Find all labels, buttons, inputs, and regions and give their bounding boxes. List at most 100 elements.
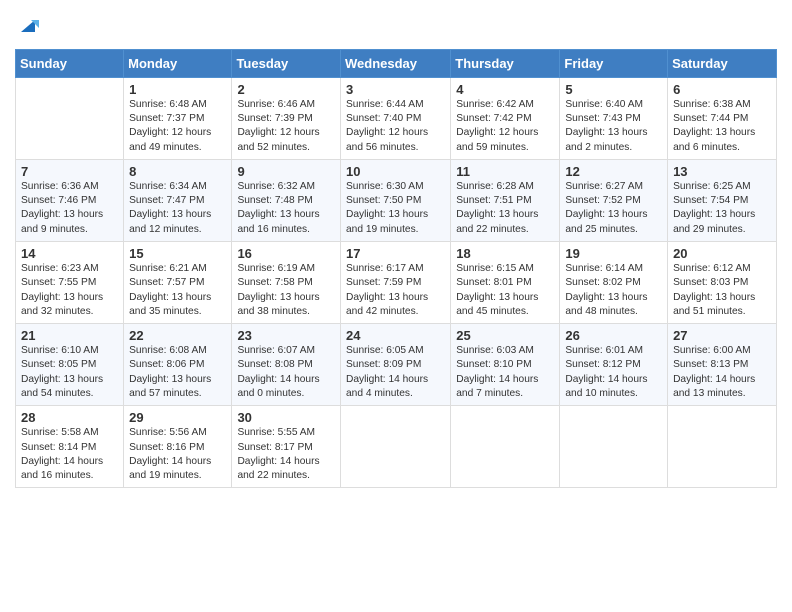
weekday-header-row: SundayMondayTuesdayWednesdayThursdayFrid… [16, 49, 777, 77]
calendar-cell: 13Sunrise: 6:25 AM Sunset: 7:54 PM Dayli… [668, 159, 777, 241]
day-number: 21 [21, 328, 118, 343]
calendar-cell: 12Sunrise: 6:27 AM Sunset: 7:52 PM Dayli… [560, 159, 668, 241]
day-info: Sunrise: 6:27 AM Sunset: 7:52 PM Dayligh… [565, 180, 662, 237]
day-number: 10 [346, 164, 445, 179]
day-info: Sunrise: 6:42 AM Sunset: 7:42 PM Dayligh… [456, 98, 554, 155]
header [15, 10, 777, 41]
weekday-header-thursday: Thursday [451, 49, 560, 77]
calendar-cell: 11Sunrise: 6:28 AM Sunset: 7:51 PM Dayli… [451, 159, 560, 241]
day-info: Sunrise: 6:12 AM Sunset: 8:03 PM Dayligh… [673, 262, 771, 319]
day-info: Sunrise: 6:44 AM Sunset: 7:40 PM Dayligh… [346, 98, 445, 155]
weekday-header-saturday: Saturday [668, 49, 777, 77]
day-number: 3 [346, 82, 445, 97]
day-info: Sunrise: 6:32 AM Sunset: 7:48 PM Dayligh… [237, 180, 335, 237]
calendar-cell [668, 406, 777, 488]
day-number: 11 [456, 164, 554, 179]
logo-icon [17, 14, 39, 36]
day-number: 25 [456, 328, 554, 343]
calendar-table: SundayMondayTuesdayWednesdayThursdayFrid… [15, 49, 777, 489]
day-number: 30 [237, 410, 335, 425]
day-info: Sunrise: 6:34 AM Sunset: 7:47 PM Dayligh… [129, 180, 226, 237]
day-number: 19 [565, 246, 662, 261]
calendar-cell: 19Sunrise: 6:14 AM Sunset: 8:02 PM Dayli… [560, 242, 668, 324]
calendar-cell: 9Sunrise: 6:32 AM Sunset: 7:48 PM Daylig… [232, 159, 341, 241]
day-number: 5 [565, 82, 662, 97]
day-info: Sunrise: 5:58 AM Sunset: 8:14 PM Dayligh… [21, 426, 118, 483]
calendar-cell: 23Sunrise: 6:07 AM Sunset: 8:08 PM Dayli… [232, 324, 341, 406]
calendar-cell: 22Sunrise: 6:08 AM Sunset: 8:06 PM Dayli… [124, 324, 232, 406]
calendar-cell: 20Sunrise: 6:12 AM Sunset: 8:03 PM Dayli… [668, 242, 777, 324]
day-number: 23 [237, 328, 335, 343]
calendar-cell: 15Sunrise: 6:21 AM Sunset: 7:57 PM Dayli… [124, 242, 232, 324]
day-info: Sunrise: 6:15 AM Sunset: 8:01 PM Dayligh… [456, 262, 554, 319]
day-info: Sunrise: 6:17 AM Sunset: 7:59 PM Dayligh… [346, 262, 445, 319]
day-number: 13 [673, 164, 771, 179]
calendar-cell: 7Sunrise: 6:36 AM Sunset: 7:46 PM Daylig… [16, 159, 124, 241]
day-number: 29 [129, 410, 226, 425]
day-number: 15 [129, 246, 226, 261]
weekday-header-monday: Monday [124, 49, 232, 77]
day-info: Sunrise: 6:03 AM Sunset: 8:10 PM Dayligh… [456, 344, 554, 401]
calendar-cell: 28Sunrise: 5:58 AM Sunset: 8:14 PM Dayli… [16, 406, 124, 488]
day-number: 16 [237, 246, 335, 261]
day-info: Sunrise: 6:25 AM Sunset: 7:54 PM Dayligh… [673, 180, 771, 237]
logo [15, 14, 39, 41]
calendar-cell [560, 406, 668, 488]
calendar-cell: 30Sunrise: 5:55 AM Sunset: 8:17 PM Dayli… [232, 406, 341, 488]
day-number: 26 [565, 328, 662, 343]
day-number: 12 [565, 164, 662, 179]
day-info: Sunrise: 6:10 AM Sunset: 8:05 PM Dayligh… [21, 344, 118, 401]
calendar-cell: 24Sunrise: 6:05 AM Sunset: 8:09 PM Dayli… [341, 324, 451, 406]
calendar-cell: 27Sunrise: 6:00 AM Sunset: 8:13 PM Dayli… [668, 324, 777, 406]
day-number: 2 [237, 82, 335, 97]
day-info: Sunrise: 6:48 AM Sunset: 7:37 PM Dayligh… [129, 98, 226, 155]
day-info: Sunrise: 6:36 AM Sunset: 7:46 PM Dayligh… [21, 180, 118, 237]
calendar-week-row: 14Sunrise: 6:23 AM Sunset: 7:55 PM Dayli… [16, 242, 777, 324]
weekday-header-wednesday: Wednesday [341, 49, 451, 77]
day-number: 18 [456, 246, 554, 261]
calendar-cell [16, 77, 124, 159]
day-info: Sunrise: 6:28 AM Sunset: 7:51 PM Dayligh… [456, 180, 554, 237]
page: SundayMondayTuesdayWednesdayThursdayFrid… [0, 0, 792, 612]
day-info: Sunrise: 6:00 AM Sunset: 8:13 PM Dayligh… [673, 344, 771, 401]
day-info: Sunrise: 5:56 AM Sunset: 8:16 PM Dayligh… [129, 426, 226, 483]
day-info: Sunrise: 6:14 AM Sunset: 8:02 PM Dayligh… [565, 262, 662, 319]
day-number: 28 [21, 410, 118, 425]
calendar-cell: 4Sunrise: 6:42 AM Sunset: 7:42 PM Daylig… [451, 77, 560, 159]
day-number: 8 [129, 164, 226, 179]
calendar-week-row: 21Sunrise: 6:10 AM Sunset: 8:05 PM Dayli… [16, 324, 777, 406]
calendar-cell: 29Sunrise: 5:56 AM Sunset: 8:16 PM Dayli… [124, 406, 232, 488]
calendar-cell: 5Sunrise: 6:40 AM Sunset: 7:43 PM Daylig… [560, 77, 668, 159]
calendar-cell: 14Sunrise: 6:23 AM Sunset: 7:55 PM Dayli… [16, 242, 124, 324]
day-number: 14 [21, 246, 118, 261]
day-number: 6 [673, 82, 771, 97]
day-number: 4 [456, 82, 554, 97]
day-number: 1 [129, 82, 226, 97]
day-number: 9 [237, 164, 335, 179]
calendar-cell: 10Sunrise: 6:30 AM Sunset: 7:50 PM Dayli… [341, 159, 451, 241]
calendar-week-row: 28Sunrise: 5:58 AM Sunset: 8:14 PM Dayli… [16, 406, 777, 488]
calendar-cell: 2Sunrise: 6:46 AM Sunset: 7:39 PM Daylig… [232, 77, 341, 159]
day-info: Sunrise: 6:08 AM Sunset: 8:06 PM Dayligh… [129, 344, 226, 401]
weekday-header-sunday: Sunday [16, 49, 124, 77]
day-number: 24 [346, 328, 445, 343]
day-info: Sunrise: 6:40 AM Sunset: 7:43 PM Dayligh… [565, 98, 662, 155]
calendar-cell: 26Sunrise: 6:01 AM Sunset: 8:12 PM Dayli… [560, 324, 668, 406]
day-number: 20 [673, 246, 771, 261]
day-info: Sunrise: 6:30 AM Sunset: 7:50 PM Dayligh… [346, 180, 445, 237]
day-number: 7 [21, 164, 118, 179]
day-info: Sunrise: 6:38 AM Sunset: 7:44 PM Dayligh… [673, 98, 771, 155]
calendar-cell: 1Sunrise: 6:48 AM Sunset: 7:37 PM Daylig… [124, 77, 232, 159]
day-info: Sunrise: 6:07 AM Sunset: 8:08 PM Dayligh… [237, 344, 335, 401]
day-number: 27 [673, 328, 771, 343]
calendar-cell [451, 406, 560, 488]
calendar-cell: 6Sunrise: 6:38 AM Sunset: 7:44 PM Daylig… [668, 77, 777, 159]
calendar-cell: 16Sunrise: 6:19 AM Sunset: 7:58 PM Dayli… [232, 242, 341, 324]
day-info: Sunrise: 6:46 AM Sunset: 7:39 PM Dayligh… [237, 98, 335, 155]
calendar-week-row: 7Sunrise: 6:36 AM Sunset: 7:46 PM Daylig… [16, 159, 777, 241]
calendar-cell: 17Sunrise: 6:17 AM Sunset: 7:59 PM Dayli… [341, 242, 451, 324]
calendar-cell: 18Sunrise: 6:15 AM Sunset: 8:01 PM Dayli… [451, 242, 560, 324]
calendar-week-row: 1Sunrise: 6:48 AM Sunset: 7:37 PM Daylig… [16, 77, 777, 159]
calendar-cell: 25Sunrise: 6:03 AM Sunset: 8:10 PM Dayli… [451, 324, 560, 406]
day-info: Sunrise: 6:21 AM Sunset: 7:57 PM Dayligh… [129, 262, 226, 319]
